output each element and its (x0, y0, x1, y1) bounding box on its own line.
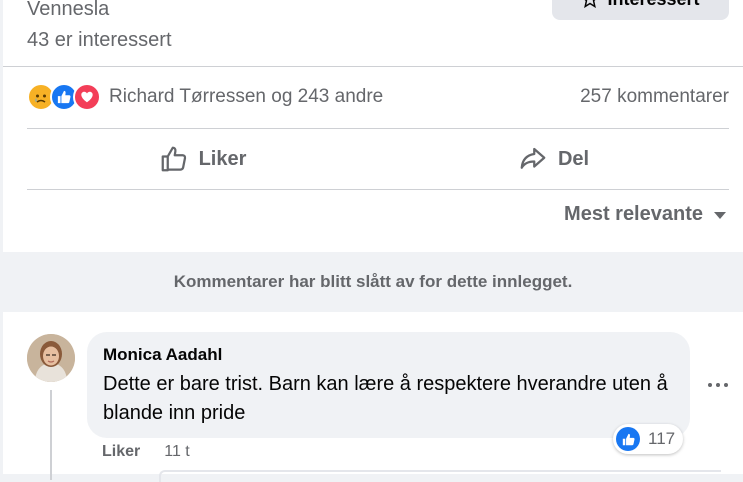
event-location: Vennesla (27, 0, 110, 20)
comment-author[interactable]: Monica Aadahl (103, 345, 222, 365)
star-icon (584, 0, 597, 8)
comment-sort-dropdown[interactable]: Mest relevante (564, 203, 727, 226)
reactions-summary[interactable]: Richard Tørressen og 243 andre 257 komme… (27, 79, 729, 115)
comment-like-button[interactable]: Liker (102, 443, 140, 461)
post-actions: Liker Del (27, 134, 729, 184)
share-arrow-icon (520, 147, 546, 169)
avatar[interactable] (27, 334, 75, 382)
comment-reaction-number: 117 (648, 429, 676, 448)
comment-bubble: Monica Aadahl Dette er bare trist. Barn … (87, 332, 690, 438)
post-card: Vennesla 43 er interessert Interessert R… (3, 0, 743, 252)
comment-reaction-count[interactable]: 117 (613, 424, 684, 454)
comments-disabled-notice: Kommentarer har blitt slått av for dette… (173, 272, 573, 291)
divider (27, 189, 729, 190)
sort-label: Mest relevante (564, 203, 703, 225)
more-options-icon[interactable] (706, 379, 730, 391)
comment-count[interactable]: 257 kommentarer (580, 86, 729, 108)
reaction-icons[interactable] (27, 83, 101, 111)
comment-text: Dette er bare trist. Barn kan lære å res… (103, 373, 668, 424)
share-button[interactable]: Del (378, 134, 729, 184)
comment-timestamp[interactable]: 11 t (164, 443, 190, 461)
thumbs-up-icon (161, 146, 186, 172)
reply-preview (159, 470, 721, 482)
divider (3, 66, 743, 67)
caret-down-icon (714, 211, 726, 219)
thread-line (50, 390, 52, 480)
reactors-summary[interactable]: Richard Tørressen og 243 andre (109, 86, 383, 108)
interested-button[interactable]: Interessert (552, 0, 729, 20)
like-button[interactable]: Liker (27, 134, 378, 184)
comment-section: Monica Aadahl Dette er bare trist. Barn … (3, 312, 743, 482)
like-button-label: Liker (198, 147, 247, 170)
comment-actions: Liker 11 t (102, 443, 190, 461)
like-icon (616, 427, 640, 451)
love-icon (73, 83, 101, 111)
event-interested-count: 43 er interessert (27, 29, 172, 51)
divider (27, 128, 729, 129)
interested-button-label: Interessert (607, 0, 699, 10)
share-button-label: Del (557, 147, 590, 170)
